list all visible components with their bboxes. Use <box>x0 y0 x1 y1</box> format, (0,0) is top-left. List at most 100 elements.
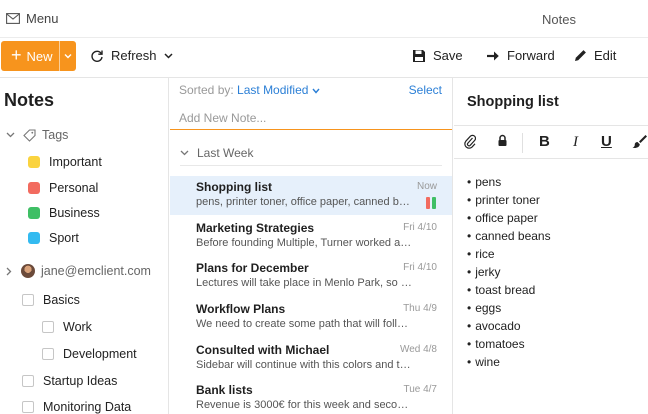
toolbar: + New Refresh Save Forward Edit <box>0 38 648 78</box>
group-header-last-week[interactable]: Last Week <box>180 146 253 160</box>
bold-icon[interactable]: B <box>539 134 550 150</box>
folder-checkbox[interactable] <box>22 294 34 306</box>
note-item-plans-for-december[interactable]: Plans for December Fri 4/10 Lectures wil… <box>170 257 452 296</box>
new-button[interactable]: + New <box>1 41 76 71</box>
note-preview: pens, printer toner, office paper, canne… <box>196 196 412 208</box>
note-preview: We need to create some path that will fo… <box>196 318 412 330</box>
list-item: canned beans <box>467 227 550 245</box>
note-date: Tue 4/7 <box>403 384 437 395</box>
note-preview: Before founding Multiple, Turner worked … <box>196 237 412 249</box>
note-body[interactable]: pens printer toner office paper canned b… <box>467 173 551 371</box>
list-item: wine <box>467 353 551 371</box>
note-item-workflow-plans[interactable]: Workflow Plans Thu 4/9 We need to create… <box>170 298 452 337</box>
refresh-icon <box>91 50 103 62</box>
chevron-down-icon <box>180 150 189 156</box>
note-editor-title[interactable]: Shopping list <box>467 94 559 110</box>
sidebar-item-label: Tags <box>42 128 69 142</box>
sidebar-item-tag-sport[interactable]: Sport <box>28 231 79 245</box>
sidebar-item-label: Personal <box>49 181 99 195</box>
note-item-bank-lists[interactable]: Bank lists Tue 4/7 Revenue is 3000€ for … <box>170 379 452 414</box>
sort-label: Sorted by: <box>179 83 234 97</box>
sidebar-item-work[interactable]: Work <box>42 320 92 334</box>
envelope-icon <box>6 13 20 24</box>
sidebar-item-label: Important <box>49 155 102 169</box>
save-button[interactable]: Save <box>412 48 463 63</box>
note-list: Sorted by: Last Modified Select Last Wee… <box>170 78 453 414</box>
note-title: Bank lists <box>196 383 253 397</box>
sidebar-item-startup-ideas[interactable]: Startup Ideas <box>22 374 117 388</box>
folder-checkbox[interactable] <box>22 375 34 387</box>
sidebar-item-monitoring-data[interactable]: Monitoring Data <box>22 400 131 414</box>
note-item-consulted-with-michael[interactable]: Consulted with Michael Wed 4/8 Sidebar w… <box>170 339 452 378</box>
note-preview: Sidebar will continue with this colors a… <box>196 359 412 371</box>
edit-label: Edit <box>594 48 617 63</box>
list-item: office paper <box>467 209 551 227</box>
list-item: printer toner <box>467 191 551 209</box>
italic-icon[interactable]: I <box>573 134 578 150</box>
paintbrush-icon[interactable] <box>632 134 647 153</box>
note-date: Now <box>416 181 437 192</box>
add-note-input[interactable] <box>170 106 452 130</box>
note-title: Plans for December <box>196 261 309 275</box>
tag-color-swatch <box>28 232 40 244</box>
note-date: Fri 4/10 <box>403 222 437 233</box>
folder-checkbox[interactable] <box>42 348 54 360</box>
refresh-label: Refresh <box>111 48 157 63</box>
forward-label: Forward <box>507 48 555 63</box>
sidebar-item-tag-personal[interactable]: Personal <box>28 181 98 195</box>
sort-control[interactable]: Sorted by: Last Modified <box>179 83 320 97</box>
tag-color-swatch <box>28 156 40 168</box>
sidebar-item-label: Basics <box>43 293 80 307</box>
forward-button[interactable]: Forward <box>486 48 555 63</box>
sort-bar: Sorted by: Last Modified Select <box>170 78 453 102</box>
sidebar-item-development[interactable]: Development <box>42 347 137 361</box>
sidebar-item-label: Monitoring Data <box>43 400 132 414</box>
note-title: Workflow Plans <box>196 302 286 316</box>
sidebar-item-label: Work <box>63 320 92 334</box>
floppy-disk-icon <box>413 49 425 62</box>
note-date: Fri 4/10 <box>403 262 437 273</box>
edit-button[interactable]: Edit <box>574 48 616 63</box>
sidebar-item-basics[interactable]: Basics <box>22 293 80 307</box>
title-bar: Menu Notes <box>0 0 648 38</box>
sidebar-item-label: Sport <box>49 231 79 245</box>
list-item: eggs <box>467 299 551 317</box>
refresh-button[interactable]: Refresh <box>90 48 173 63</box>
sidebar-item-tags[interactable]: Tags <box>6 128 68 142</box>
underline-icon[interactable]: U <box>601 134 612 150</box>
sidebar-item-tag-important[interactable]: Important <box>28 155 102 169</box>
sidebar-heading: Notes <box>4 90 55 110</box>
lock-icon[interactable] <box>497 134 508 151</box>
chevron-down-icon <box>6 132 15 138</box>
chevron-down-icon <box>64 54 72 59</box>
note-date: Thu 4/9 <box>403 303 437 314</box>
note-item-marketing-strategies[interactable]: Marketing Strategies Fri 4/10 Before fou… <box>170 217 452 256</box>
tag-marker-personal <box>426 197 430 209</box>
tag-color-swatch <box>28 182 40 194</box>
note-preview: Lectures will take place in Menlo Park, … <box>196 277 412 289</box>
note-title: Marketing Strategies <box>196 221 315 235</box>
note-item-shopping-list[interactable]: Shopping list Now pens, printer toner, o… <box>170 176 452 215</box>
new-dropdown-button[interactable] <box>59 41 76 71</box>
list-item: pens <box>467 173 551 191</box>
menu-button[interactable]: Menu <box>6 11 59 26</box>
folder-checkbox[interactable] <box>22 401 34 413</box>
sort-value[interactable]: Last Modified <box>237 83 308 97</box>
new-label: New <box>26 48 53 64</box>
sidebar-item-tag-business[interactable]: Business <box>28 206 100 220</box>
pencil-icon <box>575 50 586 61</box>
sidebar-item-label: Development <box>63 347 137 361</box>
sidebar-item-account[interactable]: jane@emclient.com <box>6 264 151 278</box>
plus-icon: + <box>11 45 22 65</box>
sidebar-item-label: Startup Ideas <box>43 374 118 388</box>
folder-checkbox[interactable] <box>42 321 54 333</box>
new-main-button[interactable]: + New <box>1 41 59 71</box>
paperclip-icon[interactable] <box>464 134 477 153</box>
arrow-right-icon <box>487 51 499 60</box>
select-link[interactable]: Select <box>409 83 442 97</box>
save-label: Save <box>433 48 463 63</box>
note-title: Consulted with Michael <box>196 343 330 357</box>
list-item: rice <box>467 245 551 263</box>
note-date: Wed 4/8 <box>399 344 437 355</box>
tag-color-swatch <box>28 207 40 219</box>
